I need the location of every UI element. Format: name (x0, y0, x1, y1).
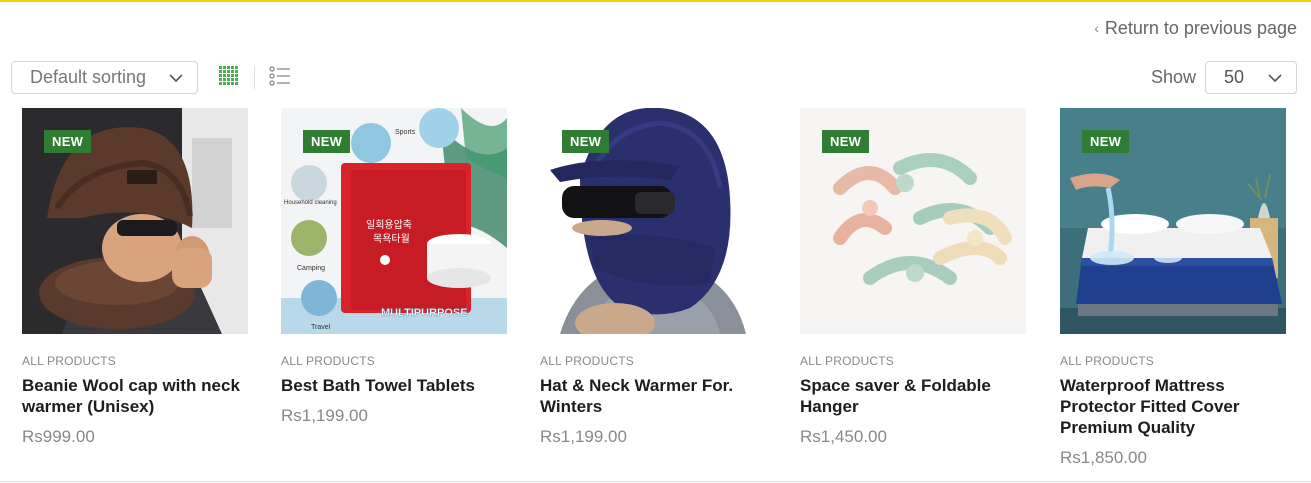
product-title[interactable]: Hat & Neck Warmer For. Winters (540, 375, 766, 417)
grid-view-icon[interactable] (219, 66, 239, 86)
new-badge: NEW (822, 130, 870, 153)
section-bottom-border (0, 481, 1311, 482)
product-price: Rs1,199.00 (540, 427, 627, 446)
product-title[interactable]: Beanie Wool cap with neck warmer (Unisex… (22, 375, 248, 417)
product-grid: NEW ALL PRODUCTS Beanie Wool cap with ne… (22, 108, 1286, 478)
image-label-travel: Travel (311, 324, 331, 331)
product-price: Rs1,450.00 (800, 427, 887, 446)
image-label-multipurpose: MULTIPURPOSE (381, 307, 468, 319)
product-image-hat-neck-warmer[interactable]: NEW (540, 108, 766, 334)
product-image-foldable-hanger[interactable]: NEW (800, 108, 1026, 334)
product-category[interactable]: ALL PRODUCTS (540, 354, 766, 368)
return-link-label: Return to previous page (1104, 18, 1297, 38)
product-image-towel-tablets[interactable]: 일회용압축 목욕타월 Sports Household cleaning Cam… (281, 108, 507, 334)
product-card: NEW ALL PRODUCTS Space saver & Foldable … (800, 108, 1026, 447)
new-badge: NEW (1082, 130, 1130, 153)
product-card: NEW ALL PRODUCTS Hat & Neck Warmer For. … (540, 108, 766, 447)
product-price: Rs1,850.00 (1060, 448, 1147, 467)
product-image-beanie[interactable]: NEW (22, 108, 248, 334)
product-title[interactable]: Space saver & Foldable Hanger (800, 375, 1026, 417)
product-price: Rs1,199.00 (281, 406, 368, 425)
pack-text-line1: 일회용압축 (366, 218, 412, 231)
product-title[interactable]: Best Bath Towel Tablets (281, 375, 507, 396)
new-badge: NEW (562, 130, 610, 153)
image-label-household: Household cleaning (284, 200, 337, 206)
product-card: NEW ALL PRODUCTS Beanie Wool cap with ne… (22, 108, 248, 447)
product-card: NEW ALL PRODUCTS Waterproof Mattress Pro… (1060, 108, 1286, 468)
product-image-mattress-protector[interactable]: NEW (1060, 108, 1286, 334)
per-page-select-value: 50 (1224, 67, 1245, 87)
per-page-select[interactable]: 50 (1205, 61, 1297, 94)
return-to-previous-page-link[interactable]: ‹ Return to previous page (1094, 18, 1297, 39)
shop-toolbar: Default sorting Show 50 (11, 61, 1297, 94)
image-label-sports: Sports (395, 129, 416, 136)
new-badge: NEW (303, 130, 351, 153)
new-badge: NEW (44, 130, 92, 153)
sort-select-value: Default sorting (30, 67, 147, 87)
chevron-down-icon (169, 74, 183, 83)
sort-select[interactable]: Default sorting (11, 61, 198, 94)
product-price: Rs999.00 (22, 427, 95, 446)
chevron-left-icon: ‹ (1094, 19, 1099, 36)
top-accent-line (0, 0, 1311, 2)
product-card: 일회용압축 목욕타월 Sports Household cleaning Cam… (281, 108, 507, 426)
pack-text-line2: 목욕타월 (373, 233, 410, 245)
product-category[interactable]: ALL PRODUCTS (800, 354, 1026, 368)
product-category[interactable]: ALL PRODUCTS (22, 354, 248, 368)
product-category[interactable]: ALL PRODUCTS (281, 354, 507, 368)
chevron-down-icon (1268, 74, 1282, 83)
product-title[interactable]: Waterproof Mattress Protector Fitted Cov… (1060, 375, 1286, 438)
view-toggle-divider (254, 65, 255, 89)
image-label-camping: Camping (297, 265, 325, 272)
list-view-icon[interactable] (269, 66, 291, 86)
product-category[interactable]: ALL PRODUCTS (1060, 354, 1286, 368)
show-per-page-label: Show (1151, 67, 1197, 87)
